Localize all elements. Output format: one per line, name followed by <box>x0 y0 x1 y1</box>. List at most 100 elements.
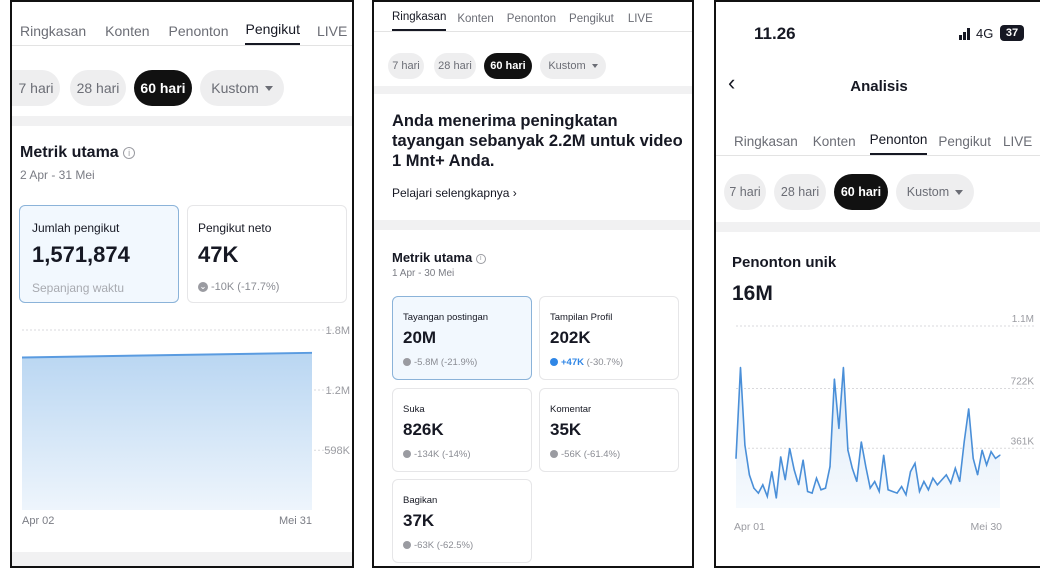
bottom-divider <box>12 552 352 566</box>
x-tick-label: Apr 02 <box>22 515 54 527</box>
date-range: 1 Apr - 30 Mei <box>392 268 455 279</box>
learn-more-link[interactable]: Pelajari selengkapnya › <box>392 186 517 200</box>
total-value: 16M <box>732 282 773 305</box>
data-point <box>923 480 925 483</box>
data-point <box>771 471 773 473</box>
metric-label: Bagikan <box>403 495 438 506</box>
data-point <box>820 489 822 491</box>
x-tick-label: Mei 30 <box>970 521 1002 533</box>
metric-delta: -134K (-14%) <box>403 449 471 460</box>
filter-kustom-dropdown[interactable]: Kustom <box>200 70 284 106</box>
data-point <box>842 366 844 368</box>
date-filter-bar: 7 hari 28 hari 60 hari Kustom <box>12 70 284 106</box>
metric-value: 35K <box>550 420 582 439</box>
data-point <box>909 471 912 473</box>
trend-down-icon <box>403 450 411 459</box>
data-point <box>972 457 974 459</box>
battery-icon: 37 <box>1000 25 1024 41</box>
metric-value: 1,571,874 <box>32 242 130 267</box>
tab-ringkasan[interactable]: Ringkasan <box>734 134 798 155</box>
filter-28-hari[interactable]: 28 hari <box>774 174 826 210</box>
data-point <box>780 456 782 458</box>
area-fill <box>22 352 312 510</box>
filter-60-hari[interactable]: 60 hari <box>484 53 532 79</box>
data-point <box>806 490 809 493</box>
insight-text: Anda menerima peningkatan tayangan seban… <box>392 112 683 170</box>
tab-penonton[interactable]: Penonton <box>507 13 556 31</box>
metric-label: Jumlah pengikut <box>32 221 120 235</box>
data-point <box>766 495 768 498</box>
header: ‹ Analisis <box>716 66 1040 110</box>
page-title: Analisis <box>850 78 908 95</box>
tab-live[interactable]: LIVE <box>628 13 653 31</box>
filter-28-hari[interactable]: 28 hari <box>70 70 126 106</box>
filter-7-hari[interactable]: 7 hari <box>724 174 766 210</box>
metric-card-post-views[interactable]: Tayangan postingan 20M -5.8M (-21.9%) <box>392 296 532 380</box>
tab-konten[interactable]: Konten <box>105 23 149 45</box>
metric-label: Tayangan postingan <box>403 312 489 323</box>
filter-60-hari[interactable]: 60 hari <box>134 70 192 106</box>
data-point <box>905 494 907 496</box>
trend-down-icon: ⌄ <box>198 282 208 293</box>
chevron-down-icon <box>955 189 964 195</box>
metric-card-comments[interactable]: Komentar 35K -56K (-61.4%) <box>539 388 679 472</box>
filter-7-hari[interactable]: 7 hari <box>388 53 424 79</box>
tab-konten[interactable]: Konten <box>813 134 856 155</box>
data-point <box>990 451 992 453</box>
tab-live[interactable]: LIVE <box>317 23 347 45</box>
metric-card-total-followers[interactable]: Jumlah pengikut 1,571,874 Sepanjang wakt… <box>19 205 179 303</box>
tab-penonton[interactable]: Penonton <box>869 132 928 155</box>
data-point <box>900 485 903 488</box>
metric-label: Suka <box>403 404 425 415</box>
data-point <box>775 497 777 499</box>
tab-ringkasan[interactable]: Ringkasan <box>20 23 86 45</box>
info-icon[interactable]: i <box>475 253 486 264</box>
metric-delta: -63K (-62.5%) <box>403 540 473 551</box>
data-point <box>856 480 858 483</box>
tab-ringkasan[interactable]: Ringkasan <box>392 11 447 31</box>
info-icon[interactable]: i <box>123 146 136 159</box>
tab-pengikut[interactable]: Pengikut <box>245 21 300 45</box>
data-point <box>999 454 1001 456</box>
tab-konten[interactable]: Konten <box>457 13 493 31</box>
tab-penonton[interactable]: Penonton <box>169 23 229 45</box>
network-type: 4G <box>976 26 994 41</box>
data-point <box>887 489 889 491</box>
data-point <box>981 449 983 451</box>
data-point <box>793 469 795 471</box>
section-divider <box>12 116 352 126</box>
data-point <box>802 459 804 461</box>
data-point <box>851 467 853 469</box>
section-title: Metrik utama i <box>20 144 136 162</box>
data-point <box>892 490 894 493</box>
filter-kustom-dropdown[interactable]: Kustom <box>896 174 974 210</box>
tab-live[interactable]: LIVE <box>1003 134 1032 155</box>
metric-value: 20M <box>403 328 437 347</box>
data-point <box>927 489 930 491</box>
data-point <box>744 444 746 446</box>
panel-overview: Ringkasan Konten Penonton Pengikut LIVE … <box>372 0 694 568</box>
section-divider <box>374 86 692 94</box>
filter-7-hari[interactable]: 7 hari <box>12 70 60 106</box>
metric-card-net-followers[interactable]: Pengikut neto 47K ⌄ -10K (-17.7%) <box>187 205 347 303</box>
status-bar: 11.26 4G 37 <box>716 2 1040 66</box>
metric-card-profile-views[interactable]: Tampilan Profil 202K +47K (-30.7%) <box>539 296 679 380</box>
metric-delta: -56K (-61.4%) <box>550 449 620 460</box>
trend-down-icon <box>550 450 558 459</box>
data-point <box>918 490 921 493</box>
filter-28-hari[interactable]: 28 hari <box>434 53 476 79</box>
signal-icon <box>959 26 973 40</box>
metric-card-likes[interactable]: Suka 826K -134K (-14%) <box>392 388 532 472</box>
filter-60-hari[interactable]: 60 hari <box>834 174 888 210</box>
data-point <box>833 378 836 380</box>
data-point <box>959 480 961 483</box>
metric-card-shares[interactable]: Bagikan 37K -63K (-62.5%) <box>392 479 532 563</box>
filter-kustom-dropdown[interactable]: Kustom <box>540 53 606 79</box>
metric-subtext: Sepanjang waktu <box>32 281 125 295</box>
data-point <box>748 474 751 476</box>
tab-pengikut[interactable]: Pengikut <box>569 13 614 31</box>
insight-banner: Anda menerima peningkatan tayangan seban… <box>374 94 692 220</box>
chevron-down-icon <box>264 85 273 91</box>
tab-pengikut[interactable]: Pengikut <box>938 134 991 155</box>
filter-kustom-label: Kustom <box>548 60 586 72</box>
